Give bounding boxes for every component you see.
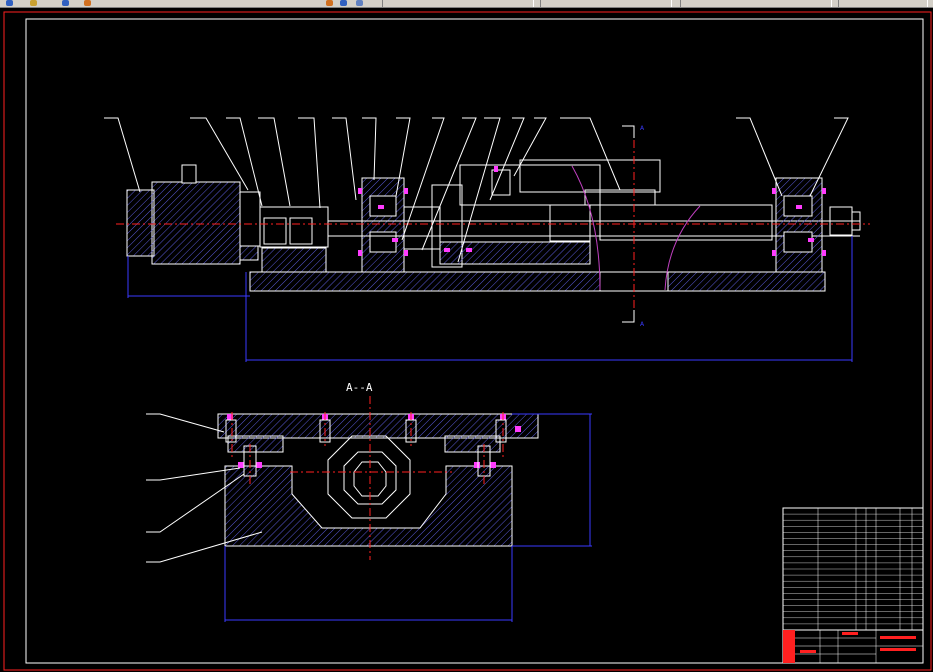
front-view — [126, 159, 861, 292]
carriage — [459, 164, 601, 206]
layer-dropdown[interactable] — [382, 0, 534, 7]
properties-icon[interactable] — [340, 0, 347, 6]
inner-border — [25, 18, 924, 664]
title-block — [782, 507, 924, 664]
motor-body — [151, 181, 241, 265]
bearing-block-left — [361, 177, 405, 273]
rail-body — [599, 204, 773, 241]
folder-icon[interactable] — [30, 0, 37, 6]
color-dropdown[interactable] — [540, 0, 672, 7]
cad-drawing: A A A--A — [3, 11, 932, 671]
outer-border — [3, 11, 932, 671]
section-mark-top: A — [640, 125, 645, 132]
bearing-block-right — [775, 177, 823, 273]
base-plate — [249, 271, 826, 292]
app-icon[interactable] — [6, 0, 13, 6]
lineweight-dropdown[interactable] — [838, 0, 928, 7]
refresh-icon[interactable] — [84, 0, 91, 6]
toolbar — [0, 0, 933, 8]
linetype-dropdown[interactable] — [680, 0, 832, 7]
layer-icon[interactable] — [326, 0, 333, 6]
cut-arc-left — [571, 165, 601, 291]
section-mark-bottom: A — [640, 321, 645, 328]
section-title: A--A — [346, 381, 373, 394]
section-top-plate — [217, 413, 539, 439]
motor-cap — [126, 189, 155, 257]
section-nut-outer — [327, 435, 411, 519]
bom-rows — [783, 513, 923, 625]
fasteners-front — [358, 166, 826, 256]
drawing-canvas[interactable]: A A A--A — [0, 8, 933, 672]
coupling-housing — [259, 206, 329, 248]
section-base-block — [224, 465, 513, 547]
section-view — [217, 413, 539, 547]
save-icon[interactable] — [62, 0, 69, 6]
match-icon[interactable] — [356, 0, 363, 6]
